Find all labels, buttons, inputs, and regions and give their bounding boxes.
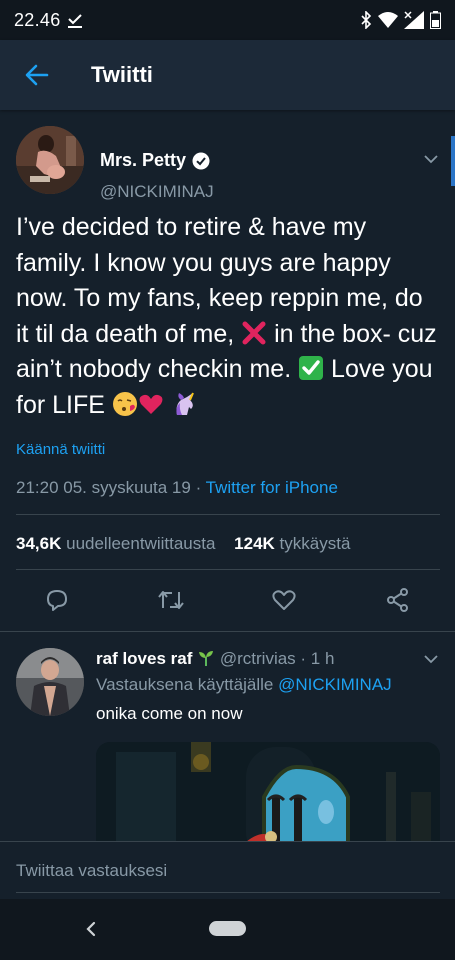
reply-input[interactable]: Twiittaa vastauksesi: [16, 861, 167, 881]
check-mark-button-icon: [299, 356, 324, 380]
unicorn-icon: [176, 392, 194, 415]
reply-tweet[interactable]: raf loves raf @rctrivias · 1 h Vastaukse…: [0, 632, 455, 842]
arrow-left-icon: [25, 64, 49, 86]
reply-author-name[interactable]: raf loves raf: [96, 649, 192, 668]
author-name-text: Mrs. Petty: [100, 150, 187, 170]
divider: [16, 514, 440, 515]
timestamp-row: 21:20 05. syyskuuta 19 · Twitter for iPh…: [16, 478, 338, 498]
page-title: Twiitti: [91, 62, 153, 87]
media-thumbnail: [96, 742, 440, 842]
battery-icon: [430, 11, 441, 29]
input-underline: [16, 892, 440, 893]
avatar[interactable]: [16, 126, 84, 194]
status-bar: 22.46: [0, 0, 455, 40]
reply-icon: [47, 590, 67, 611]
reply-header: raf loves raf @rctrivias · 1 h: [96, 649, 334, 669]
author-row: Mrs. Petty @NICKIMINAJ: [16, 126, 440, 201]
cross-mark-icon: [242, 321, 266, 344]
heart-outline-icon: [272, 590, 296, 610]
tweet-text: I’ve decided to retire & have my family.…: [16, 210, 441, 423]
nav-back-icon[interactable]: [82, 919, 102, 939]
chevron-down-icon[interactable]: [422, 152, 440, 166]
reply-context-prefix: Vastauksena käyttäjälle: [96, 675, 279, 694]
system-nav-bar: [0, 899, 455, 960]
timestamp: 21:20 05. syyskuuta 19 ·: [16, 478, 206, 497]
divider: [16, 569, 440, 570]
like-count[interactable]: 124K: [234, 534, 275, 553]
reply-mention-link[interactable]: @NICKIMINAJ: [278, 675, 392, 694]
check-icon: [67, 14, 82, 28]
status-time: 22.46: [14, 9, 61, 30]
share-icon: [387, 588, 408, 612]
avatar-image: [16, 126, 84, 194]
like-label[interactable]: tykkäystä: [280, 534, 351, 553]
app-header: Twiitti: [0, 40, 455, 110]
author-name[interactable]: Mrs. Petty: [100, 150, 210, 171]
author-handle[interactable]: @NICKIMINAJ: [100, 182, 214, 202]
back-button[interactable]: [20, 58, 54, 92]
kissing-face-icon: [112, 391, 137, 416]
compose-bar: Twiittaa vastauksesi: [0, 841, 455, 899]
action-bar: [0, 584, 455, 620]
reply-context: Vastauksena käyttäjälle @NICKIMINAJ: [96, 675, 392, 695]
reply-avatar-image: [16, 648, 84, 716]
stats-row: 34,6K uudelleentwiittausta 124K tykkäyst…: [16, 534, 350, 554]
reply-text: onika come on now: [96, 704, 243, 723]
reply-time: · 1 h: [300, 649, 335, 668]
like-button[interactable]: [270, 586, 298, 614]
retweet-label[interactable]: uudelleentwiittausta: [66, 534, 215, 553]
share-button[interactable]: [384, 586, 412, 614]
signal-icon: [404, 11, 424, 29]
reply-button[interactable]: [43, 586, 71, 614]
scroll-indicator: [451, 136, 455, 186]
retweet-icon: [158, 591, 184, 609]
heart-icon: [139, 394, 163, 414]
translate-link[interactable]: Käännä twiitti: [16, 441, 105, 458]
reply-author-handle[interactable]: @rctrivias: [220, 649, 296, 668]
bluetooth-icon: [361, 11, 372, 29]
nav-home-button[interactable]: [209, 921, 246, 936]
chevron-down-icon[interactable]: [422, 652, 440, 666]
status-icons: [360, 11, 441, 29]
reply-media-image[interactable]: [96, 742, 440, 842]
wifi-icon: [378, 12, 398, 28]
retweet-button[interactable]: [157, 586, 185, 614]
retweet-count[interactable]: 34,6K: [16, 534, 61, 553]
verified-icon: [192, 152, 210, 169]
source-link[interactable]: Twitter for iPhone: [206, 478, 338, 497]
reply-avatar[interactable]: [16, 648, 84, 716]
seedling-icon: [199, 651, 214, 666]
